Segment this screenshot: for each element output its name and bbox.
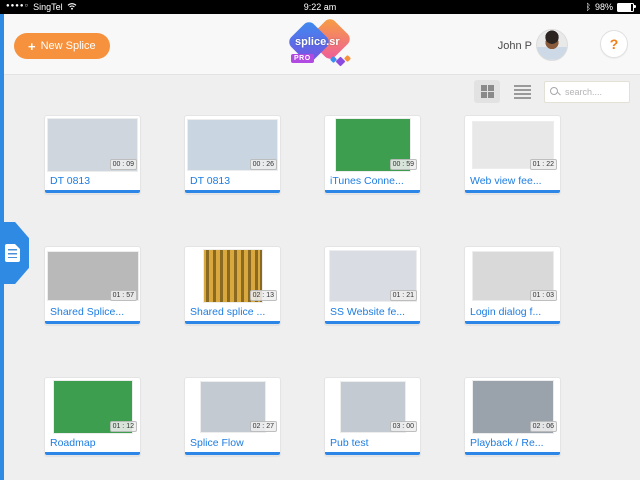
splice-thumbnail: 03 : 00 <box>325 378 420 436</box>
duration-badge: 00 : 26 <box>250 159 277 170</box>
clock-label: 9:22 am <box>304 2 337 12</box>
splice-thumbnail: 01 : 22 <box>465 116 560 174</box>
splice-tile[interactable]: 00 : 09 DT 0813 <box>44 115 141 194</box>
splice-tile[interactable]: 01 : 12 Roadmap <box>44 377 141 456</box>
list-view-icon <box>514 85 531 99</box>
status-bar: ●●●●○ SingTel 9:22 am ᛒ 98% <box>0 0 640 14</box>
plus-icon: + <box>28 40 36 53</box>
duration-badge: 00 : 09 <box>110 159 137 170</box>
tile-underline <box>185 452 280 455</box>
splice-thumbnail: 01 : 03 <box>465 247 560 305</box>
splice-tile[interactable]: 01 : 57 Shared Splice... <box>44 246 141 325</box>
splice-title: DT 0813 <box>185 174 280 190</box>
splice-title: Shared splice ... <box>185 305 280 321</box>
tile-underline <box>465 452 560 455</box>
app-logo: splice.sr PRO <box>290 19 350 71</box>
header-bar: + New Splice splice.sr PRO John P ? <box>0 14 640 75</box>
bluetooth-icon: ᛒ <box>586 3 591 12</box>
tile-underline <box>325 190 420 193</box>
carrier-label: SingTel <box>33 2 63 12</box>
splice-tile[interactable]: 01 : 03 Login dialog f... <box>464 246 561 325</box>
new-splice-label: New Splice <box>41 40 96 52</box>
splice-tile[interactable]: 02 : 27 Splice Flow <box>184 377 281 456</box>
splice-title: DT 0813 <box>45 174 140 190</box>
duration-badge: 01 : 03 <box>530 290 557 301</box>
splice-tile[interactable]: 00 : 26 DT 0813 <box>184 115 281 194</box>
splice-thumbnail: 02 : 13 <box>185 247 280 305</box>
splice-title: Splice Flow <box>185 436 280 452</box>
grid-view-icon <box>481 85 494 98</box>
splice-tile[interactable]: 01 : 21 SS Website fe... <box>324 246 421 325</box>
tile-underline <box>45 190 140 193</box>
duration-badge: 02 : 13 <box>250 290 277 301</box>
splice-thumbnail: 00 : 59 <box>325 116 420 174</box>
signal-strength-icon: ●●●●○ <box>6 3 29 9</box>
tile-underline <box>45 321 140 324</box>
user-avatar[interactable] <box>536 29 568 61</box>
duration-badge: 01 : 12 <box>110 421 137 432</box>
splice-grid: 00 : 09 DT 0813 00 : 26 DT 0813 00 : 59 … <box>44 115 561 456</box>
tile-underline <box>325 452 420 455</box>
search-box <box>544 81 630 103</box>
splice-title: Login dialog f... <box>465 305 560 321</box>
duration-badge: 01 : 57 <box>110 290 137 301</box>
splice-title: Web view fee... <box>465 174 560 190</box>
wifi-icon <box>67 2 77 12</box>
splice-tile[interactable]: 03 : 00 Pub test <box>324 377 421 456</box>
splice-title: iTunes Conne... <box>325 174 420 190</box>
splice-tile[interactable]: 00 : 59 iTunes Conne... <box>324 115 421 194</box>
duration-badge: 01 : 22 <box>530 159 557 170</box>
duration-badge: 02 : 27 <box>250 421 277 432</box>
splice-tile[interactable]: 01 : 22 Web view fee... <box>464 115 561 194</box>
app-screen: ●●●●○ SingTel 9:22 am ᛒ 98% + New Splice… <box>0 0 640 480</box>
document-icon <box>5 244 20 262</box>
duration-badge: 00 : 59 <box>390 159 417 170</box>
splice-tile[interactable]: 02 : 06 Playback / Re... <box>464 377 561 456</box>
splice-thumbnail: 00 : 09 <box>45 116 140 174</box>
drawer-tab-handle[interactable] <box>0 222 29 284</box>
duration-badge: 03 : 00 <box>390 421 417 432</box>
tile-underline <box>185 321 280 324</box>
splice-title: Roadmap <box>45 436 140 452</box>
duration-badge: 02 : 06 <box>530 421 557 432</box>
logo-title: splice.sr <box>295 36 340 48</box>
splice-tile[interactable]: 02 : 13 Shared splice ... <box>184 246 281 325</box>
list-view-button[interactable] <box>509 80 535 103</box>
search-icon <box>550 87 558 95</box>
battery-icon <box>617 3 634 12</box>
tile-underline <box>325 321 420 324</box>
help-button[interactable]: ? <box>600 30 628 58</box>
tile-underline <box>465 321 560 324</box>
tile-underline <box>45 452 140 455</box>
splice-thumbnail: 02 : 27 <box>185 378 280 436</box>
battery-percent-label: 98% <box>595 2 613 12</box>
pro-badge: PRO <box>291 54 314 63</box>
splice-title: Pub test <box>325 436 420 452</box>
grid-view-button[interactable] <box>474 80 500 103</box>
splice-thumbnail: 01 : 21 <box>325 247 420 305</box>
view-toolbar <box>474 80 630 103</box>
duration-badge: 01 : 21 <box>390 290 417 301</box>
splice-thumbnail: 02 : 06 <box>465 378 560 436</box>
splice-title: SS Website fe... <box>325 305 420 321</box>
user-name-label: John P <box>498 40 532 52</box>
splice-title: Playback / Re... <box>465 436 560 452</box>
splice-thumbnail: 00 : 26 <box>185 116 280 174</box>
tile-underline <box>185 190 280 193</box>
splice-thumbnail: 01 : 57 <box>45 247 140 305</box>
new-splice-button[interactable]: + New Splice <box>14 33 110 59</box>
splice-thumbnail: 01 : 12 <box>45 378 140 436</box>
tile-underline <box>465 190 560 193</box>
splice-title: Shared Splice... <box>45 305 140 321</box>
